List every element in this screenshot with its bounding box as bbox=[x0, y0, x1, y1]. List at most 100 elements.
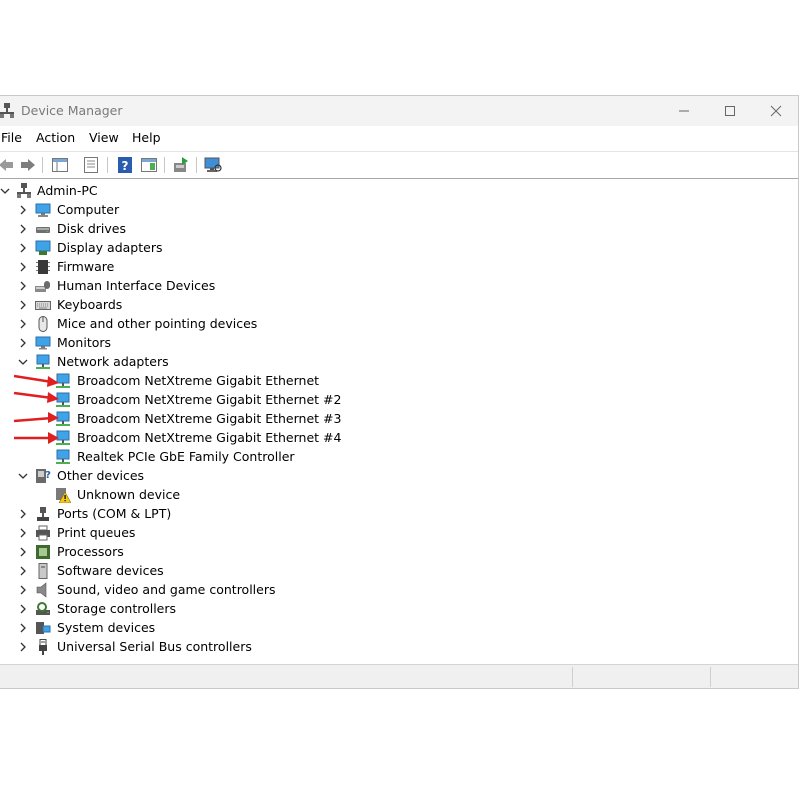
show-hide-console-tree-icon bbox=[52, 158, 68, 172]
chevron-right-icon[interactable] bbox=[18, 585, 28, 595]
tree-item-display-adapters[interactable]: Display adapters bbox=[0, 239, 300, 258]
svg-text:?: ? bbox=[45, 470, 51, 481]
tree-item-network-adapters[interactable]: Network adapters bbox=[0, 353, 300, 372]
tree-item-label: Monitors bbox=[57, 335, 112, 350]
toolbar-separator bbox=[196, 157, 197, 173]
window-title: Device Manager bbox=[21, 103, 123, 118]
chevron-right-icon[interactable] bbox=[18, 604, 28, 614]
menu-action[interactable]: Action bbox=[36, 130, 75, 145]
menu-file[interactable]: File bbox=[1, 130, 22, 145]
tree-item-network-device[interactable]: Realtek PCIe GbE Family Controller bbox=[0, 448, 320, 467]
tree-item-label: System devices bbox=[57, 620, 156, 635]
tree-item-unknown-device[interactable]: Unknown device bbox=[0, 486, 300, 505]
menu-bar: File Action View Help bbox=[0, 128, 798, 148]
close-button[interactable] bbox=[753, 96, 799, 126]
help-button[interactable]: ? bbox=[116, 156, 134, 174]
chevron-down-icon[interactable] bbox=[18, 357, 28, 367]
tree-item-disk-drives[interactable]: Disk drives bbox=[0, 220, 300, 239]
chevron-right-icon[interactable] bbox=[18, 547, 28, 557]
tree-item-mice[interactable]: Mice and other pointing devices bbox=[0, 315, 300, 334]
tree-root[interactable]: Admin-PC bbox=[0, 182, 200, 201]
disk-drive-icon bbox=[36, 227, 50, 233]
scan-hardware-button[interactable] bbox=[204, 156, 222, 174]
system-device-icon bbox=[36, 622, 51, 634]
chevron-right-icon[interactable] bbox=[18, 642, 28, 652]
tree-item-sound[interactable]: Sound, video and game controllers bbox=[0, 581, 300, 600]
chevron-right-icon[interactable] bbox=[18, 243, 28, 253]
tree-item-usb-controllers[interactable]: Universal Serial Bus controllers bbox=[0, 638, 300, 657]
firmware-icon bbox=[36, 260, 50, 274]
chevron-right-icon[interactable] bbox=[18, 566, 28, 576]
menu-view[interactable]: View bbox=[89, 130, 119, 145]
forward-button[interactable] bbox=[19, 156, 37, 174]
chevron-right-icon[interactable] bbox=[18, 528, 28, 538]
annotation-arrow-device-2 bbox=[13, 391, 59, 403]
computer-root-icon bbox=[17, 183, 31, 198]
tree-item-print-queues[interactable]: Print queues bbox=[0, 524, 300, 543]
other-devices-icon: ? bbox=[36, 469, 51, 483]
chevron-right-icon[interactable] bbox=[18, 319, 28, 329]
tree-item-ports[interactable]: Ports (COM & LPT) bbox=[0, 505, 300, 524]
tree-item-label: Print queues bbox=[57, 525, 136, 540]
maximize-button[interactable] bbox=[707, 96, 753, 126]
device-tree: Admin-PC Computer Disk drives Display ad… bbox=[0, 182, 798, 660]
tree-item-computer[interactable]: Computer bbox=[0, 201, 300, 220]
tree-item-label: Universal Serial Bus controllers bbox=[57, 639, 252, 654]
tree-item-software-devices[interactable]: Software devices bbox=[0, 562, 300, 581]
status-divider bbox=[572, 667, 573, 687]
tree-item-label: Keyboards bbox=[57, 297, 123, 312]
close-icon bbox=[770, 105, 782, 117]
speaker-icon bbox=[36, 582, 47, 598]
update-driver-icon bbox=[174, 157, 188, 172]
keyboard-icon bbox=[35, 301, 51, 310]
title-bar[interactable]: Device Manager bbox=[0, 96, 798, 126]
update-driver-button[interactable] bbox=[172, 156, 190, 174]
chevron-right-icon[interactable] bbox=[18, 623, 28, 633]
chevron-right-icon[interactable] bbox=[18, 338, 28, 348]
chevron-right-icon[interactable] bbox=[18, 224, 28, 234]
chevron-down-icon[interactable] bbox=[0, 186, 10, 196]
tree-item-label: Mice and other pointing devices bbox=[57, 316, 258, 331]
action-pane-icon bbox=[141, 158, 157, 172]
tree-item-processors[interactable]: Processors bbox=[0, 543, 300, 562]
tree-item-label: Computer bbox=[57, 202, 120, 217]
maximize-icon bbox=[725, 106, 735, 116]
action-pane-button[interactable] bbox=[140, 156, 158, 174]
back-button[interactable] bbox=[0, 156, 15, 174]
chevron-right-icon[interactable] bbox=[18, 281, 28, 291]
toolbar-separator bbox=[107, 157, 108, 173]
display-adapter-icon bbox=[35, 240, 51, 255]
unknown-device-warning-icon bbox=[56, 488, 71, 503]
tree-item-other-devices[interactable]: ? Other devices bbox=[0, 467, 300, 486]
chevron-right-icon[interactable] bbox=[18, 205, 28, 215]
annotation-arrow-device-3 bbox=[13, 412, 59, 423]
tree-item-label: Realtek PCIe GbE Family Controller bbox=[77, 449, 295, 464]
storage-controller-icon bbox=[36, 602, 50, 615]
software-device-icon bbox=[38, 563, 48, 579]
forward-icon bbox=[21, 159, 35, 171]
chevron-right-icon[interactable] bbox=[18, 300, 28, 310]
chevron-right-icon[interactable] bbox=[18, 262, 28, 272]
annotation-arrow-device-1 bbox=[13, 374, 59, 387]
tree-item-storage-controllers[interactable]: Storage controllers bbox=[0, 600, 300, 619]
tree-item-system-devices[interactable]: System devices bbox=[0, 619, 300, 638]
tree-item-label: Network adapters bbox=[57, 354, 169, 369]
monitor-icon bbox=[35, 336, 51, 350]
tree-item-label: Broadcom NetXtreme Gigabit Ethernet #4 bbox=[77, 430, 342, 445]
tree-item-firmware[interactable]: Firmware bbox=[0, 258, 300, 277]
tree-item-keyboards[interactable]: Keyboards bbox=[0, 296, 300, 315]
help-icon: ? bbox=[118, 157, 132, 173]
tree-item-label: Broadcom NetXtreme Gigabit Ethernet #3 bbox=[77, 411, 342, 426]
tree-item-label: Unknown device bbox=[77, 487, 181, 502]
tree-item-human-interface-devices[interactable]: Human Interface Devices bbox=[0, 277, 300, 296]
tree-item-monitors[interactable]: Monitors bbox=[0, 334, 300, 353]
properties-button[interactable] bbox=[82, 156, 100, 174]
chevron-down-icon[interactable] bbox=[18, 471, 28, 481]
menu-help[interactable]: Help bbox=[132, 130, 161, 145]
hid-icon bbox=[35, 281, 50, 292]
show-hide-console-tree-button[interactable] bbox=[51, 156, 69, 174]
minimize-button[interactable] bbox=[661, 96, 707, 126]
tree-root-label: Admin-PC bbox=[37, 183, 98, 198]
chevron-right-icon[interactable] bbox=[18, 509, 28, 519]
tree-item-label: Display adapters bbox=[57, 240, 163, 255]
